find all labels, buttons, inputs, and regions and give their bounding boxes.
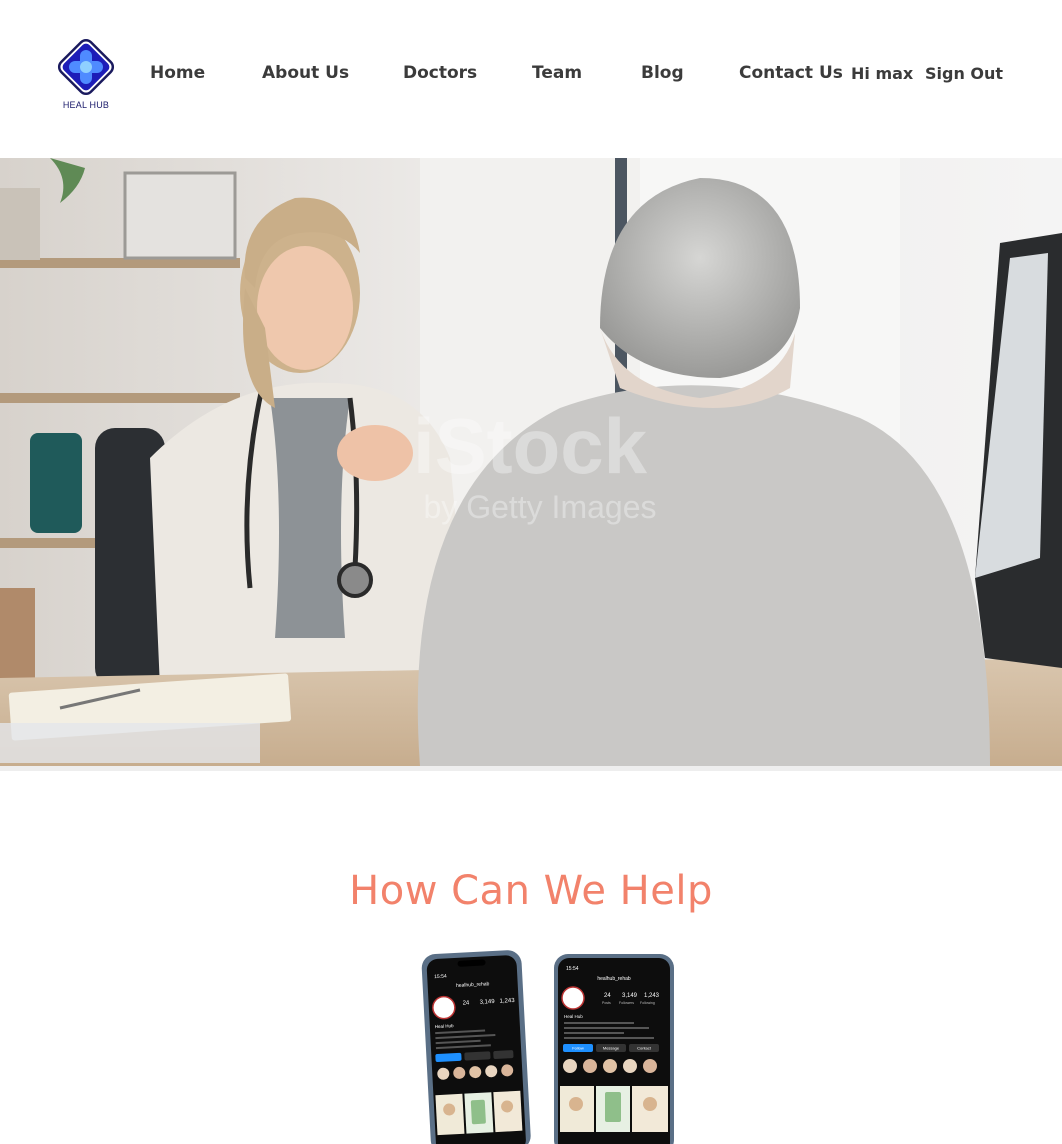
phone-followers: 3,149 (622, 993, 638, 999)
logo-icon (57, 38, 115, 96)
phones-image: 15:54 healhub_rehab 24 3,149 1,243 Heal … (420, 948, 680, 1144)
phone-profile-name: Heal Hub (564, 1014, 583, 1019)
phone-time: 15:54 (434, 973, 447, 980)
hero-image: iStock by Getty Images (0, 158, 1062, 766)
hero-divider (0, 766, 1062, 771)
nav-team[interactable]: Team (532, 62, 582, 84)
nav-blog[interactable]: Blog (641, 62, 684, 84)
logo-text: HEAL HUB (62, 100, 110, 110)
phone-mockup-left: 15:54 healhub_rehab 24 3,149 1,243 Heal … (421, 950, 531, 1144)
nav-doctors[interactable]: Doctors (403, 62, 477, 84)
phone-posts: 24 (604, 993, 611, 999)
phone-follow-button: Follow (572, 1046, 584, 1051)
nav-home[interactable]: Home (150, 62, 205, 84)
nav-about-us[interactable]: About Us (262, 62, 349, 84)
watermark-main: iStock (413, 402, 648, 490)
phone-contact-button: Contact (637, 1046, 652, 1051)
section-title: How Can We Help (349, 868, 713, 914)
phone-profile-name: Heal Hub (435, 1023, 454, 1029)
logo[interactable]: HEAL HUB (54, 35, 118, 113)
site-header: HEAL HUB Home About Us Doctors Team Blog… (0, 0, 1062, 158)
sign-out-link[interactable]: Sign Out (925, 63, 1003, 85)
phone-followers-label: Followers (619, 1001, 634, 1005)
phone-following: 1,243 (644, 993, 660, 999)
phone-posts: 24 (463, 1000, 471, 1006)
phone-account: healhub_rehab (597, 976, 631, 982)
phone-followers: 3,149 (479, 999, 495, 1006)
watermark-sub: by Getty Images (424, 489, 657, 525)
nav-contact-us[interactable]: Contact Us (739, 62, 843, 84)
phone-following-label: Following (640, 1001, 655, 1005)
phone-time: 15:54 (566, 966, 579, 972)
user-greeting: Hi max (851, 64, 914, 83)
phone-mockup-right: 15:54 healhub_rehab 24 3,149 1,243 Posts… (554, 954, 674, 1144)
phone-posts-label: Posts (602, 1001, 611, 1005)
phone-following: 1,243 (499, 998, 515, 1005)
phone-message-button: Message (603, 1046, 620, 1051)
